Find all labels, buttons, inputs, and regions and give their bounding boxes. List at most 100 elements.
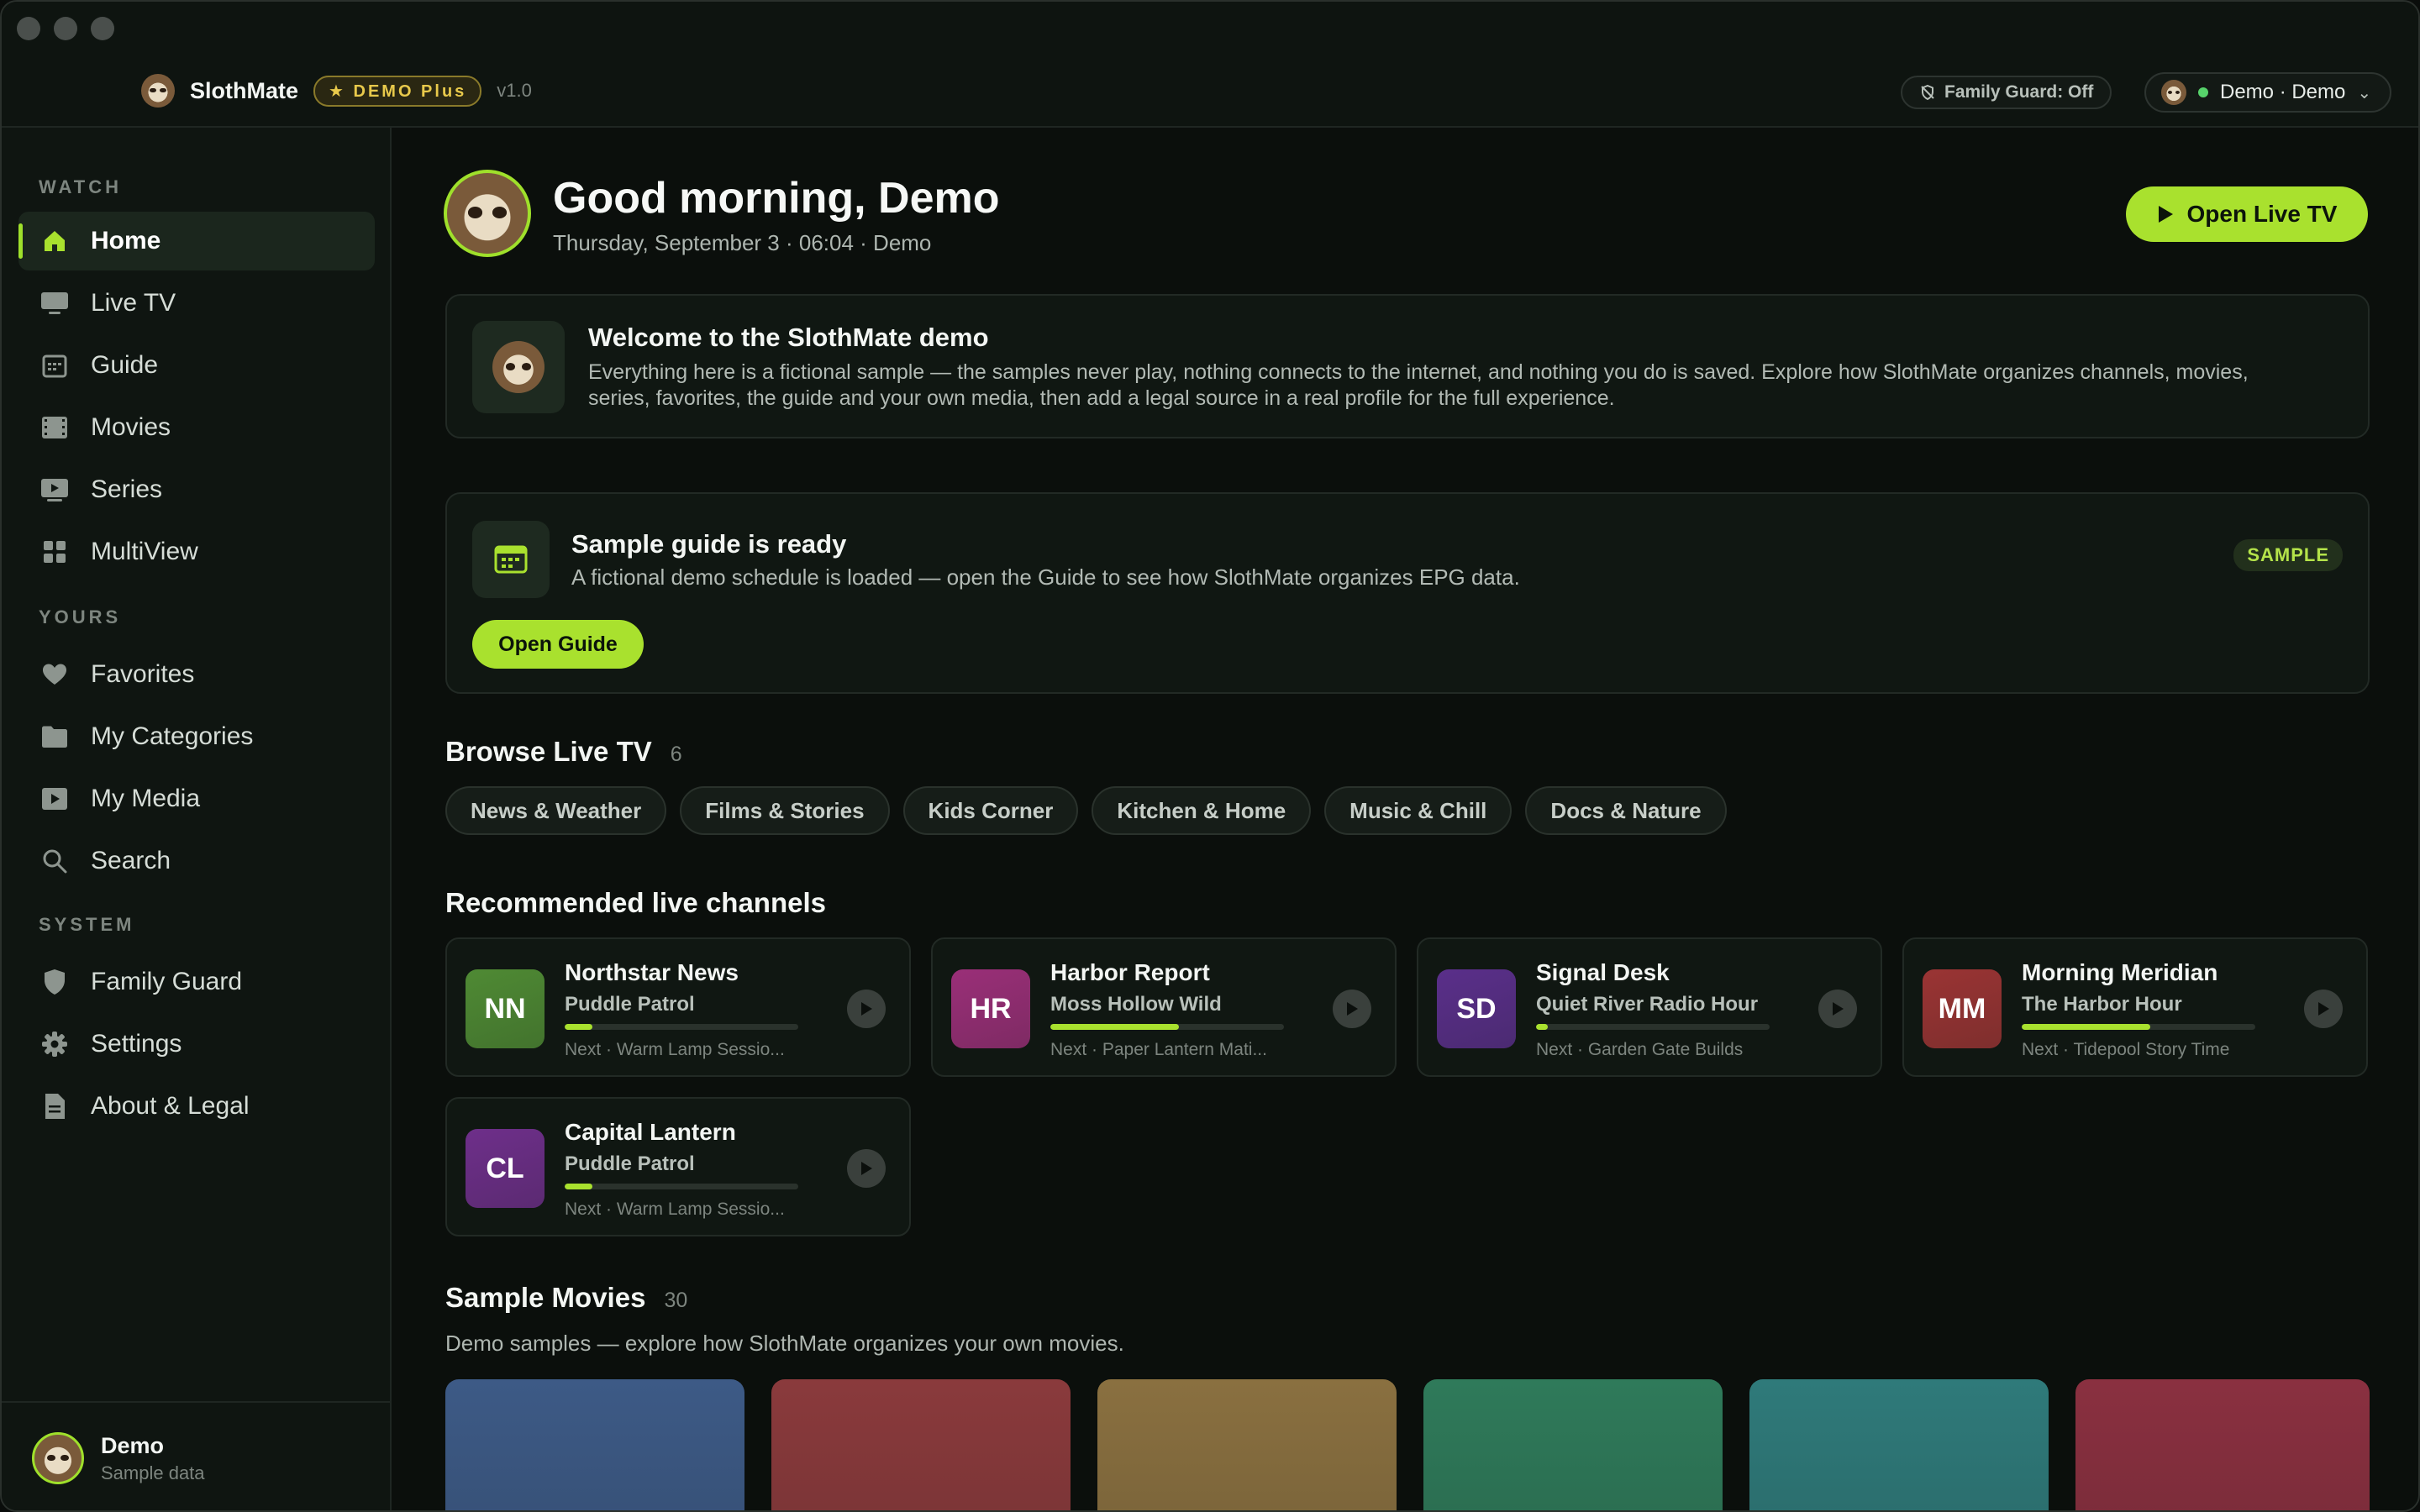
guide-card-title: Sample guide is ready <box>571 529 847 559</box>
sidebar-item-guide[interactable]: Guide <box>18 336 375 395</box>
sidebar-item-favorites[interactable]: Favorites <box>18 645 375 704</box>
profile-subtitle: Sample data <box>101 1462 205 1483</box>
movie-poster[interactable] <box>1749 1379 2049 1510</box>
guide-icon-tile <box>472 521 550 598</box>
sample-badge: SAMPLE <box>2233 539 2343 571</box>
chip-news-weather[interactable]: News & Weather <box>445 786 667 835</box>
chip-films-stories[interactable]: Films & Stories <box>680 786 890 835</box>
greeting-avatar <box>444 170 531 257</box>
sidebar-item-about-legal[interactable]: About & Legal <box>18 1077 375 1136</box>
play-icon <box>2158 206 2173 223</box>
sidebar-item-label: MultiView <box>91 538 198 565</box>
chip-docs-nature[interactable]: Docs & Nature <box>1525 786 1727 835</box>
progress-fill <box>1050 1024 1179 1030</box>
sample-movies-header: Sample Movies 30 <box>445 1282 687 1314</box>
play-screen-icon <box>40 475 69 504</box>
movies-subtitle: Demo samples — explore how SlothMate org… <box>445 1331 1124 1356</box>
channel-current-show: Puddle Patrol <box>565 993 695 1016</box>
channel-card[interactable]: NN Northstar News Puddle Patrol Next · W… <box>445 937 911 1077</box>
play-button[interactable] <box>1818 990 1857 1028</box>
welcome-icon-tile <box>472 321 565 413</box>
family-guard-status-label: Family Guard: Off <box>1944 82 2094 102</box>
chip-kids-corner[interactable]: Kids Corner <box>902 786 1079 835</box>
sidebar-item-label: Settings <box>91 1030 182 1058</box>
profile-switcher-label: Demo · Demo <box>2220 81 2346 103</box>
sidebar-item-home[interactable]: Home <box>18 212 375 270</box>
sloth-logo-icon <box>141 74 175 108</box>
channel-card[interactable]: CL Capital Lantern Puddle Patrol Next · … <box>445 1097 911 1236</box>
channel-current-show: The Harbor Hour <box>2022 993 2182 1016</box>
section-title: Recommended live channels <box>445 887 826 918</box>
app-version: v1.0 <box>497 80 532 101</box>
browse-live-tv-header: Browse Live TV 6 <box>445 736 682 768</box>
movie-poster[interactable] <box>445 1379 744 1510</box>
profile-avatar <box>2161 80 2186 105</box>
sidebar-item-settings[interactable]: Settings <box>18 1015 375 1074</box>
sidebar-item-label: My Media <box>91 785 201 812</box>
film-icon <box>40 413 69 442</box>
chip-kitchen-home[interactable]: Kitchen & Home <box>1092 786 1312 835</box>
channel-logo: MM <box>1923 969 2002 1048</box>
guide-card-description: A fictional demo schedule is loaded — op… <box>571 564 1520 590</box>
sidebar-item-search[interactable]: Search <box>18 832 375 890</box>
channel-next-show: Next · Tidepool Story Time <box>2022 1040 2230 1059</box>
play-icon <box>1833 1002 1844 1016</box>
sidebar-item-multiview[interactable]: MultiView <box>18 522 375 581</box>
play-button[interactable] <box>847 990 886 1028</box>
maximize-window-button[interactable] <box>91 17 114 40</box>
open-guide-button[interactable]: Open Guide <box>472 620 644 669</box>
page-title: Good morning, Demo <box>553 174 1000 223</box>
play-icon <box>1347 1002 1358 1016</box>
minimize-window-button[interactable] <box>54 17 77 40</box>
calendar-icon <box>494 545 528 574</box>
play-button[interactable] <box>2304 990 2343 1028</box>
page-subtitle: Thursday, September 3 · 06:04 · Demo <box>553 230 932 255</box>
play-button[interactable] <box>847 1149 886 1188</box>
channel-next-show: Next · Garden Gate Builds <box>1536 1040 1744 1059</box>
movie-poster[interactable] <box>1097 1379 1397 1510</box>
chip-music-chill[interactable]: Music & Chill <box>1324 786 1512 835</box>
channel-current-show: Puddle Patrol <box>565 1152 695 1175</box>
sidebar-item-label: Series <box>91 475 163 503</box>
sidebar-item-label: Favorites <box>91 660 195 688</box>
open-live-tv-button[interactable]: Open Live TV <box>2126 186 2368 242</box>
channel-name: Signal Desk <box>1536 959 1670 985</box>
sidebar-item-movies[interactable]: Movies <box>18 398 375 457</box>
sidebar-item-my-categories[interactable]: My Categories <box>18 707 375 766</box>
channel-current-show: Quiet River Radio Hour <box>1536 993 1759 1016</box>
section-count: 30 <box>664 1289 688 1312</box>
sidebar-item-label: Family Guard <box>91 968 243 995</box>
play-button[interactable] <box>1333 990 1371 1028</box>
play-icon <box>861 1162 872 1175</box>
sidebar-item-live-tv[interactable]: Live TV <box>18 274 375 333</box>
home-icon <box>40 227 69 255</box>
sidebar-item-label: Search <box>91 847 171 874</box>
movie-poster[interactable] <box>771 1379 1071 1510</box>
movie-poster[interactable] <box>1423 1379 1723 1510</box>
guide-ready-card: Sample guide is ready A fictional demo s… <box>445 492 2370 694</box>
channel-card[interactable]: HR Harbor Report Moss Hollow Wild Next ·… <box>931 937 1397 1077</box>
sidebar-item-label: My Categories <box>91 722 254 750</box>
sidebar-item-family-guard[interactable]: Family Guard <box>18 953 375 1011</box>
movie-poster[interactable] <box>2075 1379 2370 1510</box>
channel-logo: HR <box>951 969 1030 1048</box>
family-guard-status-button[interactable]: Family Guard: Off <box>1901 76 2112 109</box>
channel-logo: CL <box>466 1129 544 1208</box>
sloth-icon <box>492 341 544 393</box>
sidebar-item-label: Home <box>91 227 161 255</box>
sidebar-item-my-media[interactable]: My Media <box>18 769 375 828</box>
profile-switcher[interactable]: Demo · Demo ⌄ <box>2144 72 2392 113</box>
profile-avatar <box>32 1432 84 1484</box>
demo-plus-badge: ★ DEMO Plus <box>313 75 482 107</box>
sidebar-item-series[interactable]: Series <box>18 460 375 519</box>
app-window: SlothMate ★ DEMO Plus v1.0 Family Guard:… <box>0 0 2420 1512</box>
sidebar-item-label: Live TV <box>91 289 176 317</box>
brand: SlothMate ★ DEMO Plus v1.0 <box>141 74 532 108</box>
sidebar-section-yours: YOURS <box>39 606 122 627</box>
sidebar-profile[interactable]: Demo Sample data <box>2 1401 392 1510</box>
channel-card[interactable]: SD Signal Desk Quiet River Radio Hour Ne… <box>1417 937 1882 1077</box>
document-icon <box>40 1092 69 1121</box>
channel-card[interactable]: MM Morning Meridian The Harbor Hour Next… <box>1902 937 2368 1077</box>
play-icon <box>2318 1002 2329 1016</box>
close-window-button[interactable] <box>17 17 40 40</box>
